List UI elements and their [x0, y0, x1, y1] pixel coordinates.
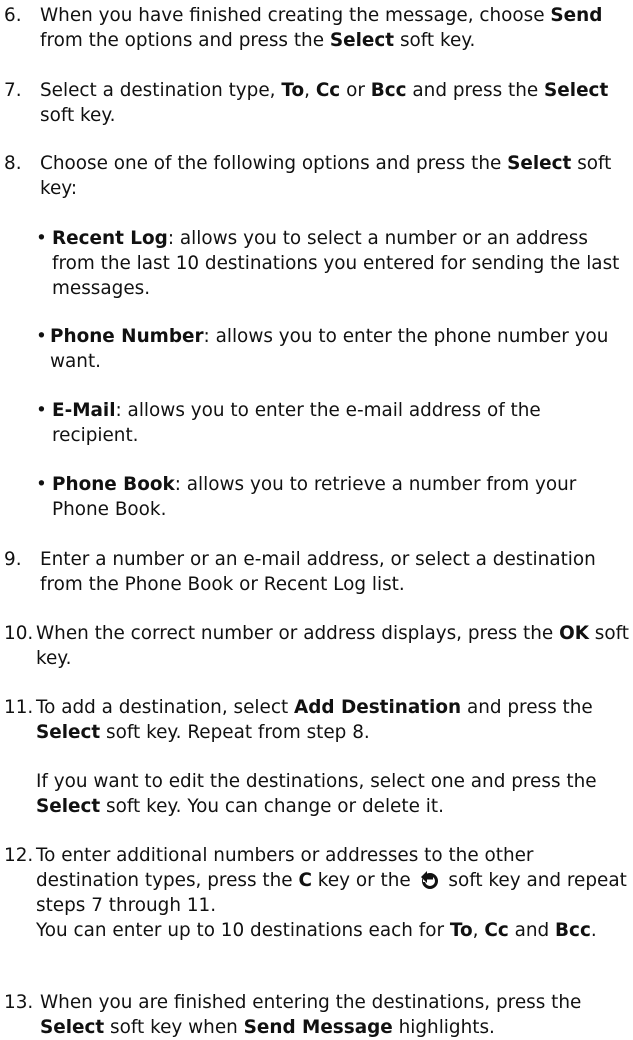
step-text: To add a destination, select Add Destina…: [36, 697, 593, 743]
option-phone-book: • Phone Book: allows you to retrieve a n…: [36, 472, 630, 522]
step-text: When you are finished entering the desti…: [40, 992, 582, 1038]
option-text: E-Mail: allows you to enter the e-mail a…: [52, 400, 541, 446]
step-12: 12. To enter additional numbers or addre…: [4, 843, 630, 918]
option-recent-log: • Recent Log: allows you to select a num…: [36, 226, 630, 301]
step-number: 7.: [4, 80, 22, 101]
step-9: 9. Enter a number or an e-mail address, …: [4, 547, 630, 597]
option-phone-number: • Phone Number: allows you to enter the …: [36, 324, 630, 374]
step-12-note: You can enter up to 10 destinations each…: [36, 920, 597, 941]
option-text: Phone Number: allows you to enter the ph…: [50, 326, 609, 372]
bullet-dot: •: [36, 326, 47, 347]
step-10: 10. When the correct number or address d…: [4, 621, 630, 671]
step-13: 13. When you are finished entering the d…: [4, 990, 630, 1040]
step-7: 7. Select a destination type, To, Cc or …: [4, 78, 630, 128]
option-text: Recent Log: allows you to select a numbe…: [52, 228, 620, 299]
step-number: 8.: [4, 153, 22, 174]
step-6: 6. When you have finished creating the m…: [4, 3, 630, 53]
bullet-dot: •: [36, 400, 47, 421]
step-number: 9.: [4, 549, 22, 570]
step-number: 11.: [4, 697, 34, 718]
step-text: To enter additional numbers or addresses…: [36, 845, 627, 916]
option-text: Phone Book: allows you to retrieve a num…: [52, 474, 577, 520]
back-arrow-icon: [420, 871, 438, 889]
bullet-dot: •: [36, 474, 47, 495]
step-11: 11. To add a destination, select Add Des…: [4, 695, 630, 745]
step-text: When you have finished creating the mess…: [40, 5, 603, 51]
step-number: 6.: [4, 5, 22, 26]
manual-page: 6. When you have finished creating the m…: [0, 0, 633, 1038]
bullet-dot: •: [36, 228, 47, 249]
step-text: Enter a number or an e-mail address, or …: [40, 549, 596, 595]
step-number: 10.: [4, 623, 34, 644]
step-number: 12.: [4, 845, 34, 866]
step-text: When the correct number or address displ…: [36, 623, 629, 669]
step-11-note: If you want to edit the destinations, se…: [36, 771, 597, 817]
option-e-mail: • E-Mail: allows you to enter the e-mail…: [36, 398, 630, 448]
step-text: Choose one of the following options and …: [40, 153, 612, 199]
step-text: Select a destination type, To, Cc or Bcc…: [40, 80, 609, 126]
step-8: 8. Choose one of the following options a…: [4, 151, 630, 201]
